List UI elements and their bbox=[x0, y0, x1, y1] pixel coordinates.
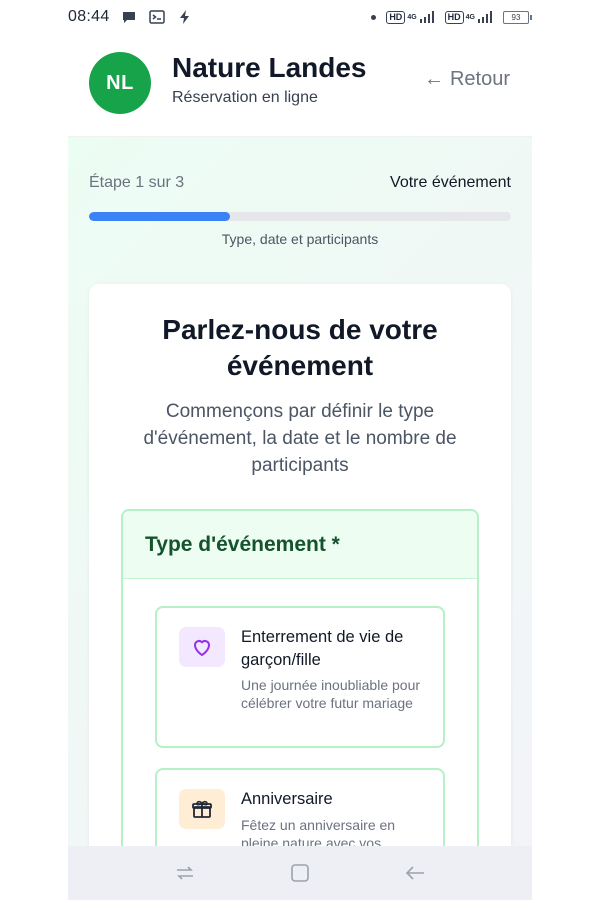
brand-title: Nature Landes bbox=[172, 52, 367, 83]
progress-bar bbox=[89, 212, 511, 221]
status-right: HD 4G HD 4G 93 bbox=[371, 10, 532, 24]
brand-avatar: NL bbox=[89, 52, 151, 114]
event-option-evg[interactable]: Enterrement de vie de garçon/fille Une j… bbox=[155, 606, 445, 748]
signal-bars-icon bbox=[478, 11, 492, 23]
signal-bars-icon bbox=[419, 11, 434, 23]
option-description: Une journée inoubliable pour célébrer vo… bbox=[241, 677, 421, 711]
option-description: Fêtez un anniversaire en pleine nature a… bbox=[241, 817, 396, 846]
flash-icon bbox=[176, 8, 194, 26]
card-subtitle: Commençons par définir le type d'événeme… bbox=[143, 401, 457, 476]
back-label: Retour bbox=[449, 68, 510, 90]
progress-fill bbox=[89, 212, 230, 221]
option-title: Anniversaire bbox=[241, 790, 333, 808]
network-indicator-2: HD 4G bbox=[444, 10, 493, 24]
recent-apps-icon bbox=[177, 866, 194, 880]
option-title: Enterrement de vie de garçon/fille bbox=[241, 628, 404, 669]
event-option-birthday[interactable]: Anniversaire Fêtez un anniversaire en pl… bbox=[155, 768, 445, 846]
event-card: Parlez-nous de votre événement Commençon… bbox=[89, 284, 511, 846]
battery-icon: 93 bbox=[503, 10, 532, 24]
gift-icon bbox=[179, 789, 225, 829]
heart-icon bbox=[179, 627, 225, 667]
status-bar: 08:44 HD 4G HD 4G 93 bbox=[68, 0, 532, 34]
terminal-icon bbox=[148, 8, 166, 26]
app-header: NL Nature Landes Réservation en ligne ← … bbox=[68, 34, 532, 137]
network-indicator-1: HD 4G bbox=[386, 10, 434, 24]
back-nav-button[interactable] bbox=[400, 858, 430, 888]
card-title: Parlez-nous de votre événement bbox=[162, 314, 438, 381]
step-caption: Type, date et participants bbox=[221, 231, 379, 247]
step-name: Votre événement bbox=[390, 174, 511, 191]
home-button[interactable] bbox=[285, 858, 315, 888]
main-content[interactable]: Étape 1 sur 3 Votre événement Type, date… bbox=[68, 137, 532, 846]
chat-bubble-icon bbox=[120, 8, 138, 26]
step-row: Étape 1 sur 3 Votre événement bbox=[89, 174, 511, 192]
recent-apps-button[interactable] bbox=[170, 858, 200, 888]
status-left: 08:44 bbox=[68, 8, 194, 26]
back-button[interactable]: ← Retour bbox=[424, 68, 510, 91]
brand-subtitle: Réservation en ligne bbox=[172, 89, 318, 106]
android-nav-bar bbox=[68, 846, 532, 900]
home-square-icon bbox=[291, 864, 309, 882]
notification-dot-icon bbox=[371, 14, 377, 20]
event-type-section: Type d'événement * Enterrement de vie de… bbox=[121, 509, 479, 846]
step-counter: Étape 1 sur 3 bbox=[89, 174, 185, 191]
arrow-left-icon: ← bbox=[423, 68, 444, 90]
event-type-heading: Type d'événement * bbox=[123, 511, 477, 579]
status-time: 08:44 bbox=[68, 8, 110, 25]
phone-screen: 08:44 HD 4G HD 4G 93 NL Nature Landes Ré… bbox=[0, 0, 600, 900]
back-arrow-icon bbox=[405, 866, 424, 880]
